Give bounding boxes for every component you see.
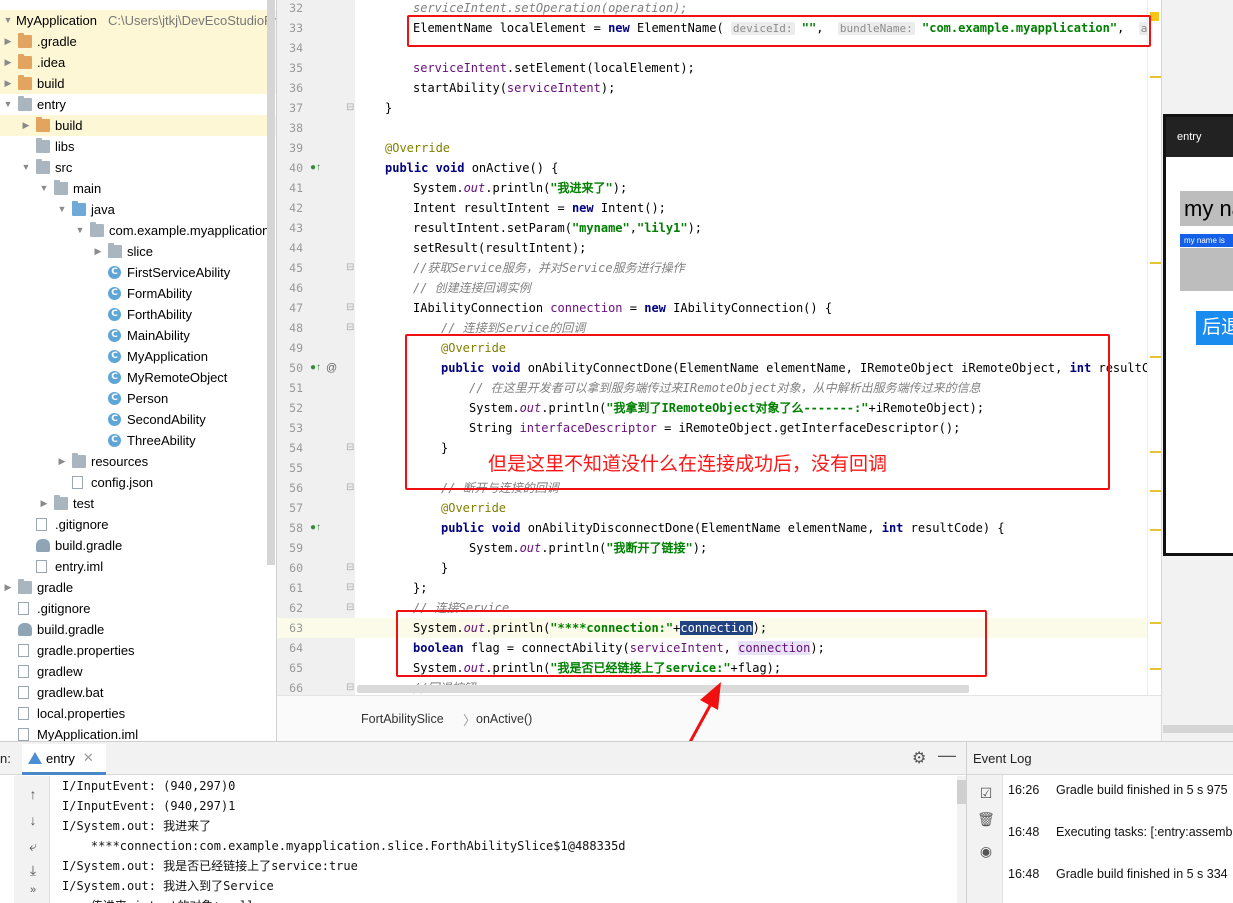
console-scroll-thumb[interactable]	[957, 780, 966, 804]
event-log-title: Event Log	[967, 742, 1233, 775]
event-time: 16:26	[1008, 783, 1040, 797]
scroll-to-end-icon[interactable]: ⤓	[24, 862, 42, 879]
trash-icon[interactable]: 🗑	[977, 811, 995, 828]
console-line: 传进来 intent的对象：null	[62, 896, 254, 903]
bottom-tool-window: n: entry ✕ ⚙ — ↑ ↓ ⤶ ⤓ » I/InputEvent: (…	[0, 741, 1233, 903]
run-panel-header: n: entry ✕ ⚙ —	[0, 742, 966, 775]
console-line: I/InputEvent: (940,297)0	[62, 779, 236, 793]
event-log-toolbar: ☑ 🗑 ◉	[967, 775, 1003, 903]
console-line: ****connection:com.example.myapplication…	[62, 839, 626, 853]
console-line: I/System.out: 我进来了	[62, 819, 212, 833]
gear-icon[interactable]: ⚙	[912, 748, 926, 768]
console-output[interactable]: I/InputEvent: (940,297)0 I/InputEvent: (9…	[52, 776, 957, 903]
settings-icon[interactable]: ◉	[977, 843, 995, 860]
event-time: 16:48	[1008, 825, 1040, 839]
console-line: I/System.out: 我进入到了Service	[62, 879, 274, 893]
event-log-panel: Event Log ☑ 🗑 ◉ 16:26 Gradle build finish…	[966, 742, 1233, 903]
harmony-app-icon	[28, 752, 42, 764]
arrow-down-icon[interactable]: ↓	[24, 812, 42, 828]
console-line: I/System.out: 我是否已经链接上了service:true	[62, 859, 358, 873]
event-text[interactable]: Executing tasks: [:entry:assemb	[1056, 825, 1232, 839]
event-text[interactable]: Gradle build finished in 5 s 975	[1056, 783, 1228, 797]
close-icon[interactable]: ✕	[83, 750, 94, 766]
more-icon[interactable]: »	[24, 884, 42, 896]
event-log-entry[interactable]: 16:48 Executing tasks: [:entry:assemb	[1008, 825, 1232, 839]
run-toolbar: ↑ ↓ ⤶ ⤓ »	[14, 776, 50, 903]
run-tab-entry[interactable]: entry ✕	[22, 744, 106, 775]
event-text[interactable]: Gradle build finished in 5 s 334	[1056, 867, 1228, 881]
soft-wrap-icon[interactable]: ⤶	[24, 838, 42, 855]
arrow-up-icon[interactable]: ↑	[24, 786, 42, 802]
console-line: I/InputEvent: (940,297)1	[62, 799, 236, 813]
event-time: 16:48	[1008, 867, 1040, 881]
event-log-entry[interactable]: 16:48 Gradle build finished in 5 s 334	[1008, 867, 1228, 881]
run-tab-label: entry	[46, 750, 75, 766]
mark-read-icon[interactable]: ☑	[977, 785, 995, 802]
run-panel-label: n:	[0, 751, 11, 766]
minimize-icon[interactable]: —	[938, 745, 956, 766]
event-log-entry[interactable]: 16:26 Gradle build finished in 5 s 975	[1008, 783, 1228, 797]
